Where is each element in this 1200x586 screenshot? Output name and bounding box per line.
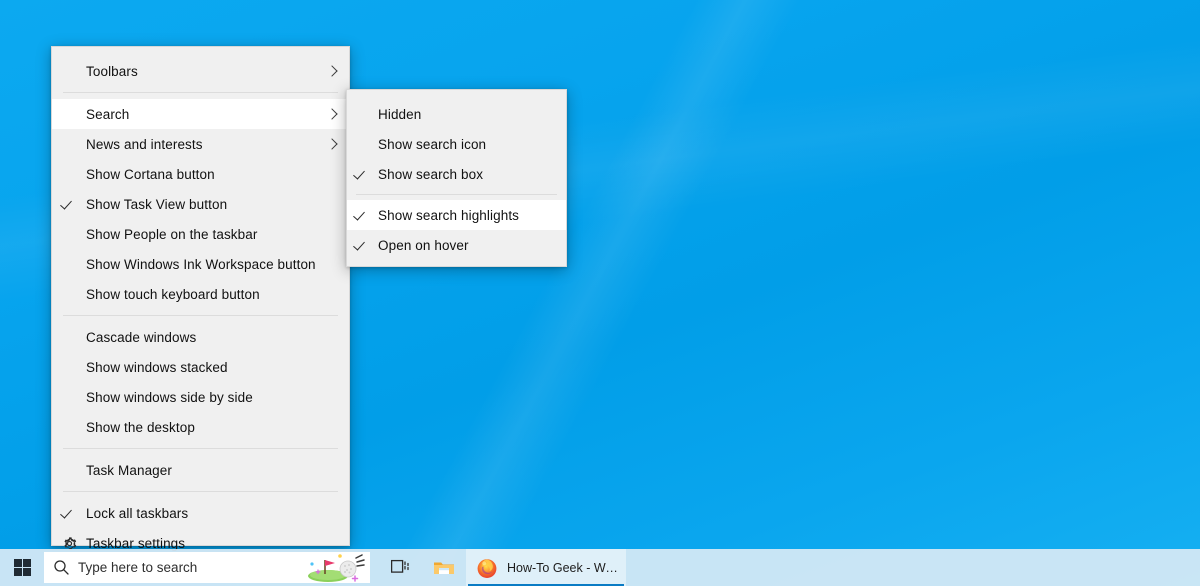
- firefox-icon: [476, 557, 498, 579]
- menu-separator: [63, 491, 338, 492]
- menu-item-label: Show Cortana button: [86, 166, 215, 182]
- menu-item-show-touch-keyboard-button[interactable]: Show touch keyboard button: [52, 279, 349, 309]
- menu-item-show-task-view-button[interactable]: Show Task View button: [52, 189, 349, 219]
- menu-separator: [63, 448, 338, 449]
- menu-item-label: Lock all taskbars: [86, 505, 189, 521]
- menu-item-cascade-windows[interactable]: Cascade windows: [52, 322, 349, 352]
- task-view-icon: [390, 559, 409, 573]
- menu-item-show-people-on-the-taskbar[interactable]: Show People on the taskbar: [52, 219, 349, 249]
- menu-item-search[interactable]: Search: [52, 99, 349, 129]
- golf-search-highlight-icon[interactable]: [304, 552, 366, 583]
- submenu-item-show-search-highlights[interactable]: Show search highlights: [347, 200, 566, 230]
- menu-item-label: Show search box: [378, 166, 484, 182]
- menu-item-label: Show search highlights: [378, 207, 520, 223]
- menu-item-label: Toolbars: [86, 63, 138, 79]
- menu-item-label: Hidden: [378, 106, 422, 122]
- search-input[interactable]: Type here to search: [44, 552, 370, 583]
- menu-item-label: Show Task View button: [86, 196, 228, 212]
- menu-item-label: Show windows stacked: [86, 359, 228, 375]
- menu-item-label: Open on hover: [378, 237, 469, 253]
- taskbar-app-firefox[interactable]: How-To Geek - We ...: [466, 549, 626, 586]
- submenu-item-show-search-icon[interactable]: Show search icon: [347, 129, 566, 159]
- menu-item-task-manager[interactable]: Task Manager: [52, 455, 349, 485]
- search-submenu[interactable]: Hidden Show search icon Show search box Sho…: [346, 89, 567, 267]
- menu-item-label: Show People on the taskbar: [86, 226, 258, 242]
- taskbar[interactable]: Type here to search How-To Geek - We ...: [0, 549, 1200, 586]
- taskbar-context-menu[interactable]: Toolbars Search News and interests Show Cor…: [51, 46, 350, 551]
- checkmark-icon: [347, 240, 378, 250]
- menu-item-news-and-interests[interactable]: News and interests: [52, 129, 349, 159]
- submenu-item-show-search-box[interactable]: Show search box: [347, 159, 566, 189]
- start-button[interactable]: [0, 549, 44, 586]
- search-icon: [44, 559, 78, 576]
- menu-separator: [63, 315, 338, 316]
- menu-item-show-the-desktop[interactable]: Show the desktop: [52, 412, 349, 442]
- submenu-item-open-on-hover[interactable]: Open on hover: [347, 230, 566, 260]
- file-explorer-icon: [433, 557, 455, 579]
- menu-separator: [63, 92, 338, 93]
- menu-item-lock-all-taskbars[interactable]: Lock all taskbars: [52, 498, 349, 528]
- task-view-button[interactable]: [378, 549, 422, 586]
- windows-logo-icon: [13, 559, 31, 577]
- menu-item-show-cortana-button[interactable]: Show Cortana button: [52, 159, 349, 189]
- checkmark-icon: [347, 169, 378, 179]
- menu-item-label: Show the desktop: [86, 419, 195, 435]
- checkmark-icon: [347, 210, 378, 220]
- menu-item-label: Cascade windows: [86, 329, 197, 345]
- menu-item-label: Show Windows Ink Workspace button: [86, 256, 316, 272]
- menu-item-show-windows-side-by-side[interactable]: Show windows side by side: [52, 382, 349, 412]
- taskbar-app-title: How-To Geek - We ...: [507, 560, 618, 575]
- menu-item-show-windows-ink-workspace-button[interactable]: Show Windows Ink Workspace button: [52, 249, 349, 279]
- menu-item-label: News and interests: [86, 136, 203, 152]
- checkmark-icon: [52, 508, 86, 518]
- menu-item-label: Task Manager: [86, 462, 172, 478]
- taskbar-app-file-explorer[interactable]: [422, 549, 466, 586]
- submenu-item-hidden[interactable]: Hidden: [347, 99, 566, 129]
- menu-item-label: Show windows side by side: [86, 389, 253, 405]
- menu-item-label: Show touch keyboard button: [86, 286, 260, 302]
- menu-separator: [356, 194, 557, 195]
- menu-item-label: Search: [86, 106, 130, 122]
- screen: Toolbars Search News and interests Show Cor…: [0, 0, 1200, 586]
- menu-item-show-windows-stacked[interactable]: Show windows stacked: [52, 352, 349, 382]
- checkmark-icon: [52, 199, 86, 209]
- menu-item-label: Show search icon: [378, 136, 487, 152]
- menu-item-toolbars[interactable]: Toolbars: [52, 56, 349, 86]
